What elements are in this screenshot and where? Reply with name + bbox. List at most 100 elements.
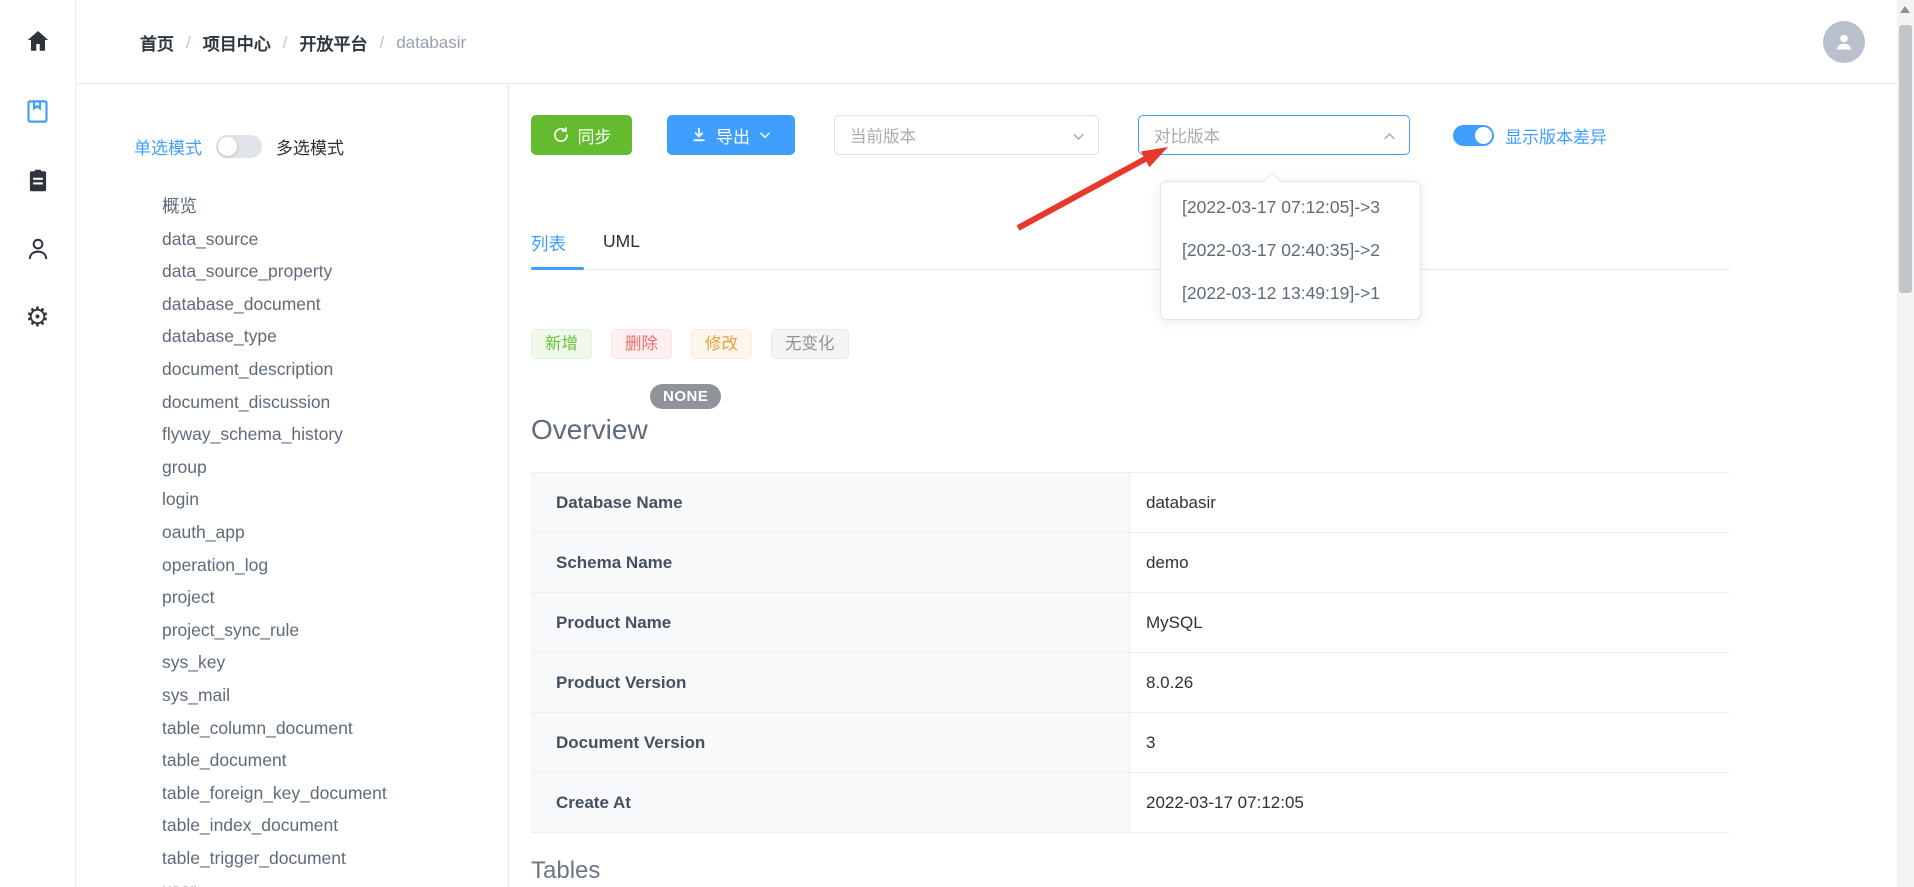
vertical-scrollbar[interactable] [1897,0,1914,887]
export-button-label: 导出 [716,123,750,148]
breadcrumb-item-group[interactable]: 开放平台 [299,30,367,55]
mode-switch-row: 单选模式 多选模式 [134,132,508,160]
status-badge: NONE [650,384,721,409]
legend-removed-badge: 删除 [611,329,672,359]
table-row: Product Version 8.0.26 [531,653,1730,713]
user-avatar[interactable] [1823,21,1865,63]
compare-version-select[interactable]: 对比版本 [1138,115,1410,155]
toolbar: 同步 导出 当前版本 对比版本 显示版本差异 [531,115,1730,155]
tab-uml[interactable]: UML [603,231,640,269]
version-dropdown: [2022-03-17 07:12:05]->3 [2022-03-17 02:… [1160,181,1421,320]
tables-title: Tables [531,857,1730,885]
sync-button-label: 同步 [578,123,612,148]
download-icon [690,126,708,144]
list-item[interactable]: oauth_app [162,516,508,549]
legend-unchanged-badge: 无变化 [771,329,849,359]
row-value: 3 [1130,713,1730,772]
list-item[interactable]: document_description [162,353,508,386]
list-item[interactable]: database_type [162,320,508,353]
user-icon[interactable] [23,234,53,264]
compare-version-placeholder: 对比版本 [1154,123,1220,147]
list-item[interactable]: table_foreign_key_document [162,777,508,810]
home-icon[interactable] [23,26,53,56]
list-item[interactable]: data_source_property [162,255,508,288]
list-item[interactable]: operation_log [162,549,508,582]
main-panel: 同步 导出 当前版本 对比版本 显示版本差异 列表 UML [531,84,1730,885]
scrollbar-thumb[interactable] [1899,25,1912,293]
tab-bar: 列表 UML [531,231,1730,270]
row-value: 8.0.26 [1130,653,1730,712]
row-value: 2022-03-17 07:12:05 [1130,773,1730,832]
multi-mode-label: 多选模式 [276,134,344,159]
scroll-up-arrow[interactable] [1900,6,1910,13]
list-item[interactable]: document_discussion [162,386,508,419]
list-item[interactable]: database_document [162,288,508,321]
table-row: Document Version 3 [531,713,1730,773]
list-item[interactable]: table_index_document [162,809,508,842]
app-window: ⚙ 首页 / 项目中心 / 开放平台 / databasir 单选模式 多选模式… [0,0,1914,887]
list-item[interactable]: sys_mail [162,679,508,712]
list-item[interactable]: 概览 [162,190,508,223]
chevron-down-icon [1071,129,1086,144]
list-item[interactable]: project [162,581,508,614]
table-sidebar: 单选模式 多选模式 概览 data_source data_source_pro… [76,84,509,887]
table-row: Database Name databasir [531,473,1730,533]
chevron-up-icon [1382,129,1397,144]
export-button[interactable]: 导出 [667,115,795,155]
breadcrumb: 首页 / 项目中心 / 开放平台 / databasir [140,30,466,55]
row-label: Document Version [531,713,1130,772]
gear-icon[interactable]: ⚙ [23,302,53,332]
table-row: Create At 2022-03-17 07:12:05 [531,773,1730,833]
list-item[interactable]: user [162,874,508,887]
row-value: databasir [1130,473,1730,532]
toggle-knob [218,137,237,156]
version-option[interactable]: [2022-03-17 02:40:35]->2 [1161,229,1420,272]
breadcrumb-item-home[interactable]: 首页 [140,30,174,55]
current-version-select[interactable]: 当前版本 [834,115,1099,155]
row-value: demo [1130,533,1730,592]
overview-title: Overview [531,414,1730,446]
legend-modified-badge: 修改 [691,329,752,359]
row-label: Product Version [531,653,1130,712]
show-diff-label: 显示版本差异 [1505,123,1607,148]
sync-button[interactable]: 同步 [531,115,632,155]
legend-added-badge: 新增 [531,329,592,359]
list-item[interactable]: project_sync_rule [162,614,508,647]
row-value: MySQL [1130,593,1730,652]
diff-legend: 新增 删除 修改 无变化 [531,329,1730,359]
list-item[interactable]: table_trigger_document [162,842,508,875]
list-item[interactable]: sys_key [162,646,508,679]
overview-table: Database Name databasir Schema Name demo… [531,472,1730,833]
single-mode-label: 单选模式 [134,134,202,159]
breadcrumb-item-projects[interactable]: 项目中心 [203,30,271,55]
breadcrumb-separator: / [283,33,288,53]
clipboard-icon[interactable] [23,166,53,196]
toggle-knob [1475,127,1492,144]
breadcrumb-item-current: databasir [396,33,466,53]
header: 首页 / 项目中心 / 开放平台 / databasir [76,0,1897,84]
list-item[interactable]: flyway_schema_history [162,418,508,451]
list-item[interactable]: data_source [162,223,508,256]
breadcrumb-separator: / [186,33,191,53]
list-item[interactable]: group [162,451,508,484]
list-item[interactable]: login [162,483,508,516]
table-row: Product Name MySQL [531,593,1730,653]
version-option[interactable]: [2022-03-12 13:49:19]->1 [1161,272,1420,315]
breadcrumb-separator: / [379,33,384,53]
chevron-down-icon [758,128,772,142]
show-diff-toggle[interactable] [1453,125,1494,146]
current-version-placeholder: 当前版本 [850,123,916,147]
mode-toggle[interactable] [216,135,262,158]
icon-rail: ⚙ [0,0,76,887]
tab-list[interactable]: 列表 [531,231,566,269]
row-label: Database Name [531,473,1130,532]
list-item[interactable]: table_column_document [162,712,508,745]
row-label: Schema Name [531,533,1130,592]
row-label: Create At [531,773,1130,832]
row-label: Product Name [531,593,1130,652]
version-option[interactable]: [2022-03-17 07:12:05]->3 [1161,186,1420,229]
table-row: Schema Name demo [531,533,1730,593]
table-list: 概览 data_source data_source_property data… [162,190,508,887]
list-item[interactable]: table_document [162,744,508,777]
book-icon[interactable] [23,96,53,126]
